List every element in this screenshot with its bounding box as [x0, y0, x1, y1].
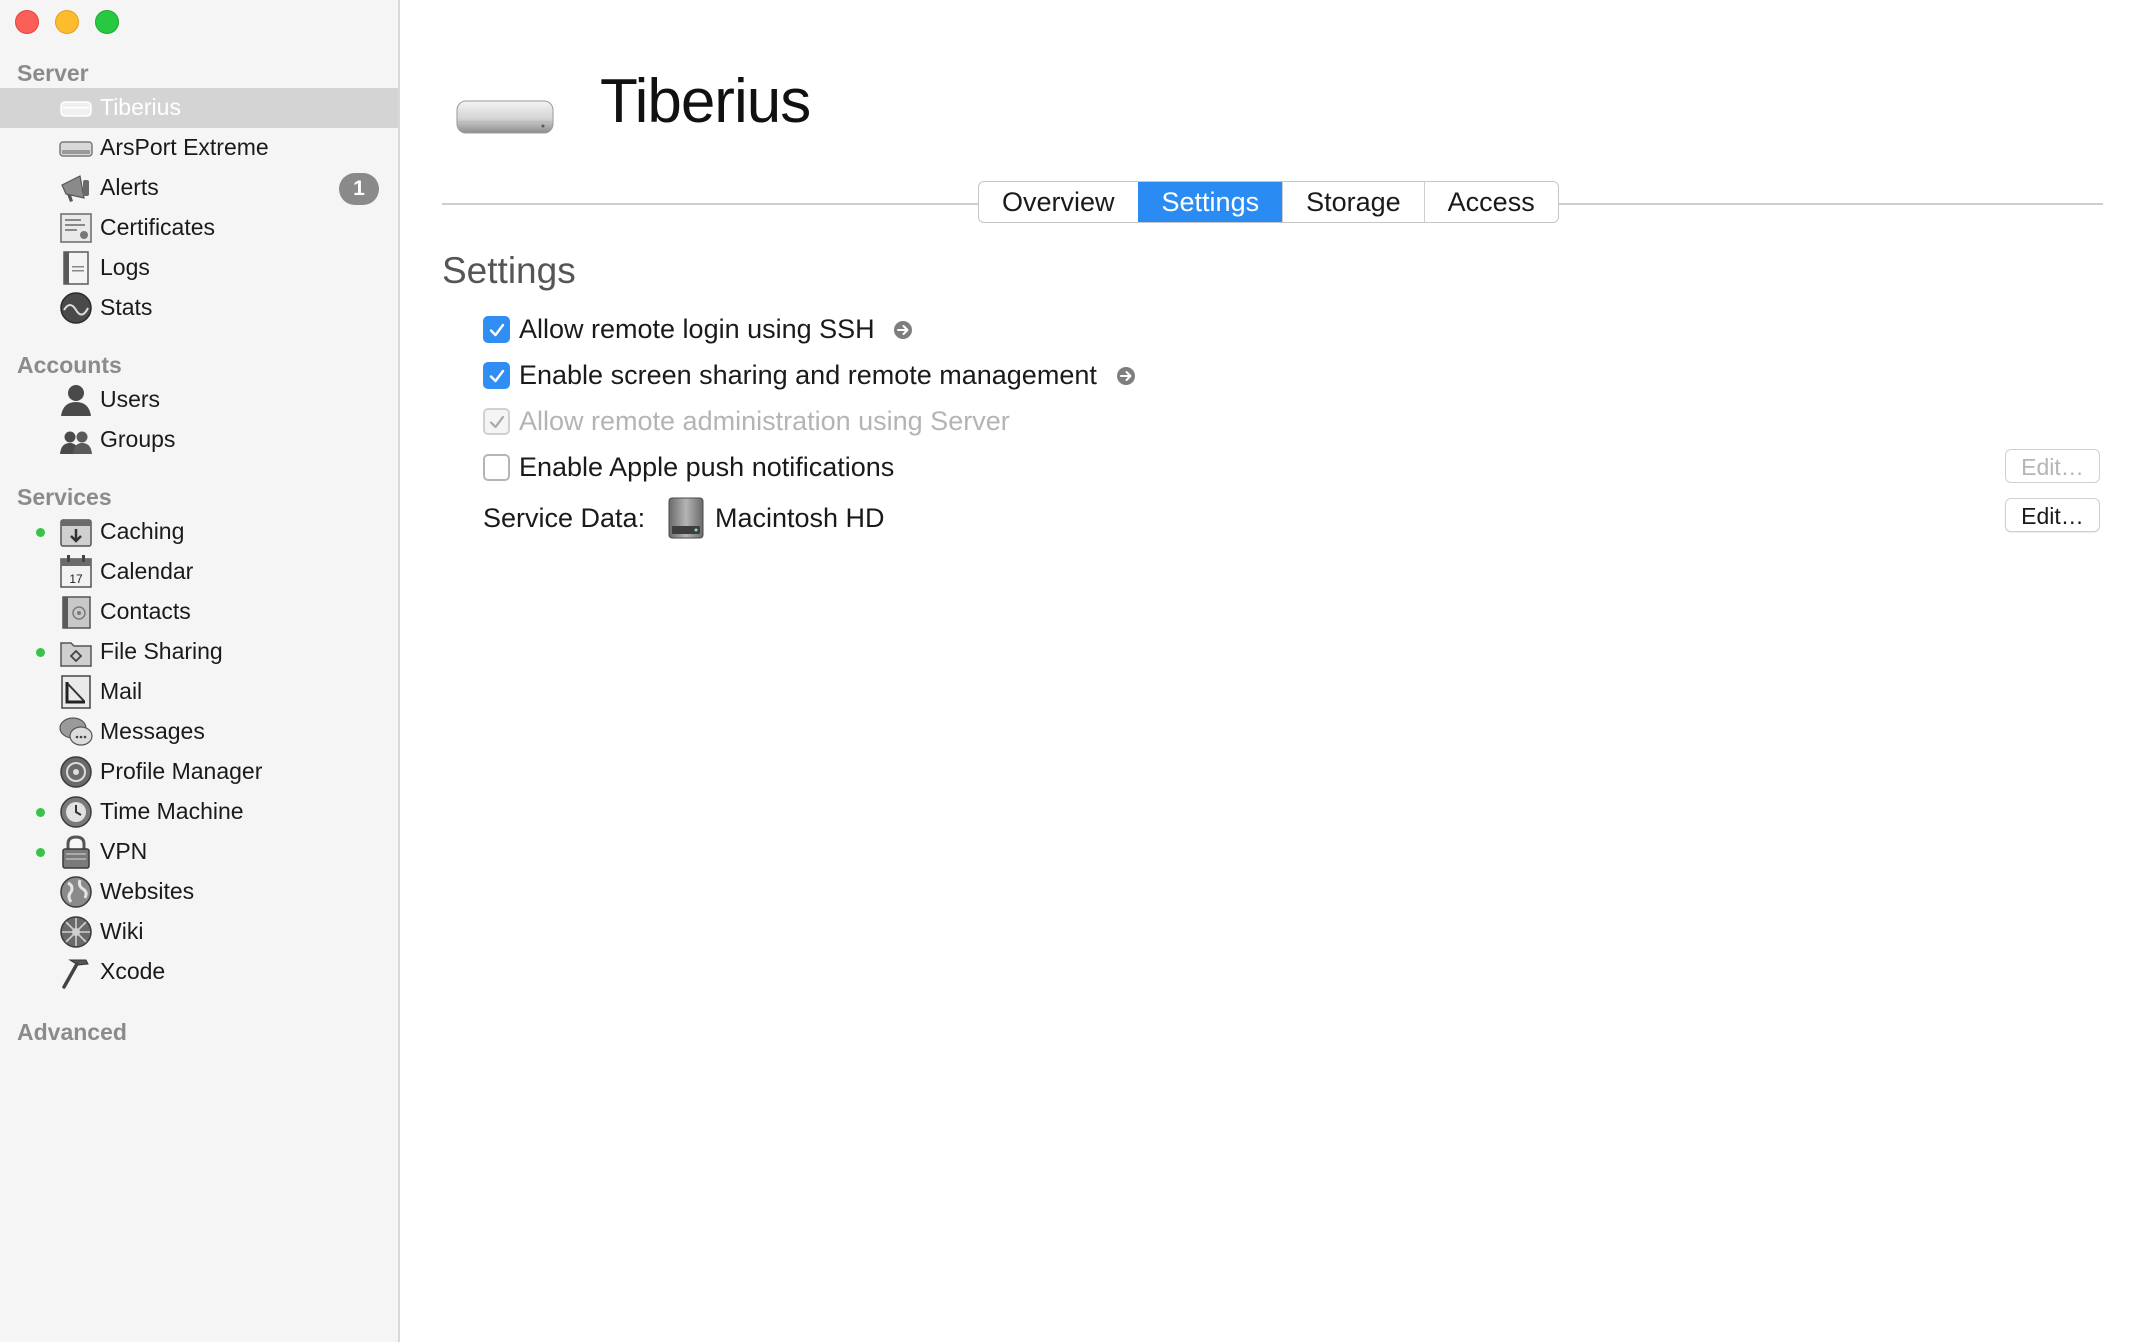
sidebar-item-profile-manager[interactable]: Profile Manager [0, 752, 398, 792]
airport-base-station-icon [58, 130, 94, 166]
mail-icon [58, 674, 94, 710]
log-document-icon [58, 250, 94, 286]
sidebar-item-label: Caching [100, 518, 185, 544]
vpn-lock-icon [58, 834, 94, 870]
calendar-day-number: 17 [69, 572, 83, 586]
wiki-icon [58, 914, 94, 950]
ssh-checkbox[interactable] [483, 316, 510, 343]
sidebar-item-stats[interactable]: Stats [0, 288, 398, 328]
sidebar-item-contacts[interactable]: Contacts [0, 592, 398, 632]
sidebar-item-label: Certificates [100, 214, 216, 240]
server-name-title: Tiberius [600, 67, 811, 136]
sidebar-item-label: Messages [100, 718, 205, 744]
screen-sharing-info-arrow-icon[interactable] [1116, 366, 1136, 386]
mac-mini-icon [455, 95, 555, 143]
sidebar-item-label: File Sharing [100, 638, 223, 664]
tab-overview[interactable]: Overview [979, 182, 1138, 222]
group-icon [58, 422, 94, 458]
mac-mini-icon [58, 90, 94, 126]
sidebar-item-label: Groups [100, 426, 176, 452]
sidebar-item-caching[interactable]: Caching [0, 512, 398, 552]
settings-section-title: Settings [442, 250, 576, 291]
screen-sharing-label: Enable screen sharing and remote managem… [519, 360, 1097, 390]
sidebar-item-label: Alerts [100, 174, 159, 200]
sidebar-item-logs[interactable]: Logs [0, 248, 398, 288]
sidebar-item-label: Xcode [100, 958, 166, 984]
sidebar-item-certificates[interactable]: Certificates [0, 208, 398, 248]
sidebar-item-label: Tiberius [100, 94, 181, 120]
sidebar-item-alerts[interactable]: Alerts 1 [0, 168, 398, 208]
caching-icon [58, 514, 94, 550]
contacts-icon [58, 594, 94, 630]
sidebar-item-label: Websites [100, 878, 195, 904]
file-sharing-icon [58, 634, 94, 670]
hard-disk-icon [666, 496, 706, 540]
sidebar-item-label: ArsPort Extreme [100, 134, 269, 160]
service-data-volume: Macintosh HD [715, 503, 885, 533]
sidebar-item-label: VPN [100, 838, 148, 864]
apple-push-checkbox[interactable] [483, 454, 510, 481]
megaphone-icon [58, 170, 94, 206]
sidebar-item-mail[interactable]: Mail [0, 672, 398, 712]
certificate-icon [58, 210, 94, 246]
tab-settings[interactable]: Settings [1137, 182, 1283, 222]
tab-access[interactable]: Access [1423, 182, 1558, 222]
ssh-label: Allow remote login using SSH [519, 314, 875, 344]
sidebar-item-groups[interactable]: Groups [0, 420, 398, 460]
sidebar-item-wiki[interactable]: Wiki [0, 912, 398, 952]
sidebar-item-label: Time Machine [100, 798, 244, 824]
minimize-window-button[interactable] [55, 10, 79, 34]
service-running-indicator [36, 528, 45, 537]
remote-administration-label: Allow remote administration using Server [519, 406, 1010, 436]
user-icon [58, 382, 94, 418]
sidebar-item-calendar[interactable]: 17 Calendar [0, 552, 398, 592]
alerts-count-badge: 1 [339, 173, 379, 205]
apple-push-edit-button: Edit… [2005, 449, 2100, 483]
tab-bar: Overview Settings Storage Access [978, 181, 1559, 223]
sidebar-item-vpn[interactable]: VPN [0, 832, 398, 872]
sidebar-item-arsport-extreme[interactable]: ArsPort Extreme [0, 128, 398, 168]
sidebar-item-label: Mail [100, 678, 143, 704]
remote-administration-checkbox [483, 408, 510, 435]
sidebar-item-xcode[interactable]: Xcode [0, 952, 398, 992]
sidebar: Server Tiberius ArsPort Extreme Alerts 1… [0, 0, 400, 1342]
ssh-info-arrow-icon[interactable] [893, 320, 913, 340]
sidebar-item-tiberius[interactable]: Tiberius [0, 88, 398, 128]
messages-icon [58, 714, 94, 750]
section-services-heading[interactable]: Services [17, 484, 112, 511]
globe-icon [58, 874, 94, 910]
sidebar-item-label: Wiki [100, 918, 144, 944]
time-machine-icon [58, 794, 94, 830]
section-accounts-heading[interactable]: Accounts [17, 352, 122, 379]
service-running-indicator [36, 808, 45, 817]
sidebar-item-websites[interactable]: Websites [0, 872, 398, 912]
tab-storage[interactable]: Storage [1282, 182, 1424, 222]
sidebar-item-messages[interactable]: Messages [0, 712, 398, 752]
service-data-label: Service Data: [483, 503, 646, 533]
sidebar-item-users[interactable]: Users [0, 380, 398, 420]
sidebar-item-label: Users [100, 386, 161, 412]
calendar-icon: 17 [58, 554, 94, 590]
stats-gauge-icon [58, 290, 94, 326]
close-window-button[interactable] [15, 10, 39, 34]
screen-sharing-checkbox[interactable] [483, 362, 510, 389]
sidebar-item-label: Contacts [100, 598, 191, 624]
sidebar-item-time-machine[interactable]: Time Machine [0, 792, 398, 832]
section-server-heading[interactable]: Server [17, 60, 89, 87]
service-running-indicator [36, 648, 45, 657]
sidebar-item-label: Stats [100, 294, 153, 320]
section-advanced-heading[interactable]: Advanced [17, 1019, 127, 1046]
sidebar-item-file-sharing[interactable]: File Sharing [0, 632, 398, 672]
zoom-window-button[interactable] [95, 10, 119, 34]
profile-manager-icon [58, 754, 94, 790]
sidebar-item-label: Calendar [100, 558, 194, 584]
sidebar-item-label: Profile Manager [100, 758, 263, 784]
sidebar-item-label: Logs [100, 254, 150, 280]
hammer-icon [58, 954, 94, 990]
apple-push-label: Enable Apple push notifications [519, 452, 895, 482]
service-data-edit-button[interactable]: Edit… [2005, 498, 2100, 532]
service-running-indicator [36, 848, 45, 857]
